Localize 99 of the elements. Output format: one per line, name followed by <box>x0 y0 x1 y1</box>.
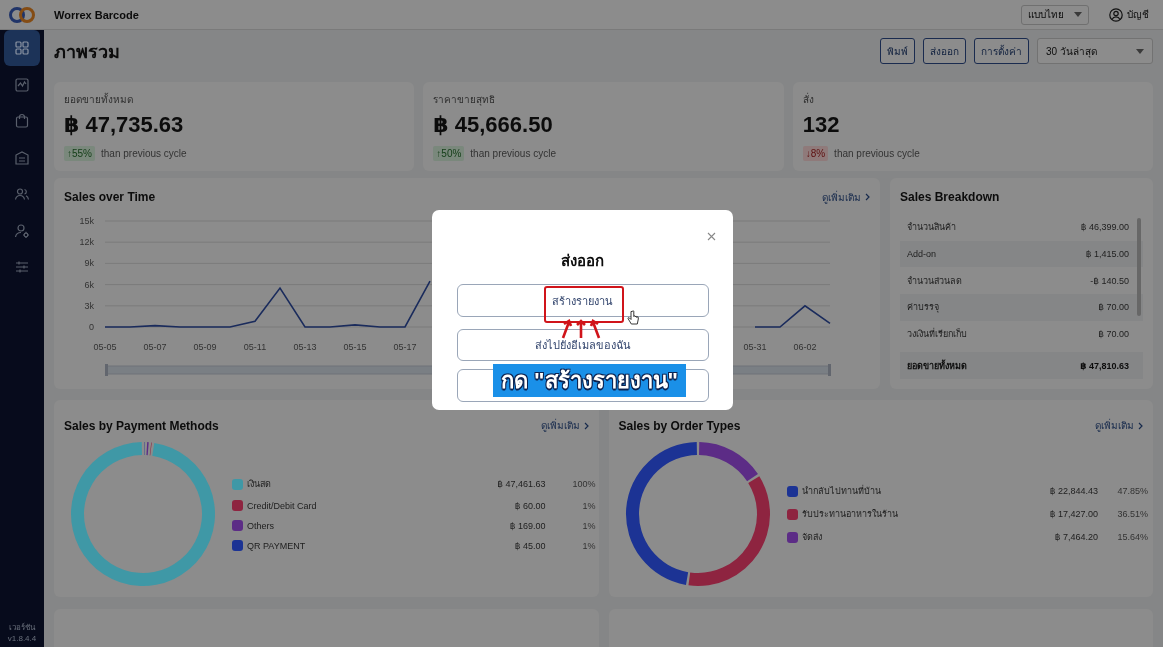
legend-amount: ฿ 169.00 <box>508 520 546 531</box>
axis-label: 05-07 <box>143 341 167 352</box>
card-title: Sales over Time <box>64 190 156 205</box>
axis-label: 05-11 <box>243 341 267 352</box>
card-title: Sales by Order Types <box>618 418 741 433</box>
see-more-link[interactable]: ดูเพิ่มเติม <box>1095 418 1143 433</box>
legend-amount: ฿ 22,844.43 <box>1049 486 1098 496</box>
total-label: ยอดขายทั้งหมด <box>907 358 967 373</box>
axis-label: 0 <box>89 321 94 332</box>
legend-percent: 1% <box>581 540 596 551</box>
user-icon <box>14 222 30 239</box>
breakdown-amount: ฿ 1,415.00 <box>1085 248 1129 259</box>
legend-label: Others <box>247 520 275 531</box>
axis-label: 9k <box>84 258 94 269</box>
breakdown-label: จำนวนสินค้า <box>907 221 956 235</box>
stat-value: ฿ 47,735.63 <box>64 111 185 138</box>
breakdown-amount: ฿ 46,399.00 <box>1080 222 1129 233</box>
breakdown-amount: ฿ 70.00 <box>1098 302 1129 313</box>
axis-label: 05-09 <box>193 341 217 352</box>
user-icon <box>1109 7 1123 22</box>
legend-percent: 1% <box>581 520 596 531</box>
caret-icon <box>1074 12 1082 17</box>
axis-label: 6k <box>84 279 94 290</box>
axis-label: 06-02 <box>793 341 817 352</box>
card-title: Sales by Payment Methods <box>64 418 219 433</box>
app-name: Worrex Barcode <box>54 8 140 21</box>
page-title: ภาพรวม <box>54 40 121 64</box>
breakdown-label: จำนวนส่วนลด <box>907 274 962 288</box>
modal-title: ส่งออก <box>561 251 604 271</box>
period-select[interactable]: 30 วันล่าสุด <box>1037 38 1153 65</box>
scrollbar[interactable] <box>1137 217 1141 316</box>
building-icon <box>14 149 30 166</box>
axis-label: 3k <box>84 300 94 311</box>
bag-icon <box>14 113 30 129</box>
legend-label: รับประทานอาหารในร้าน <box>801 508 899 521</box>
sliders-icon <box>14 259 30 275</box>
chevron-icon <box>865 193 870 202</box>
legend-amount: ฿ 60.00 <box>513 500 546 511</box>
legend-amount: ฿ 45.00 <box>513 540 546 551</box>
header-button[interactable]: ส่งออก <box>923 38 966 65</box>
legend-amount: ฿ 17,427.00 <box>1049 509 1098 519</box>
change-badge: ↓8% <box>802 145 829 161</box>
grid-icon <box>14 40 30 56</box>
export-option[interactable]: สร้างรายงาน <box>456 284 709 317</box>
change-badge: ↑50% <box>433 145 465 161</box>
chevron-icon <box>583 421 589 430</box>
axis-label: 05-13 <box>293 341 317 352</box>
legend-percent: 47.85% <box>1116 486 1148 496</box>
breakdown-amount: -฿ 140.50 <box>1090 275 1129 286</box>
chevron-icon <box>1138 421 1143 430</box>
total-amount: ฿ 47,810.63 <box>1080 360 1129 371</box>
comparison-note: than previous cycle <box>834 147 920 159</box>
breakdown-label: ค่าบรรจุ <box>907 301 939 315</box>
axis-label: 12k <box>79 237 94 247</box>
legend-percent: 100% <box>571 479 596 489</box>
account-button[interactable]: บัญชี <box>1109 7 1149 22</box>
breakdown-amount: ฿ 70.00 <box>1098 328 1129 339</box>
stat-value: 132 <box>802 111 841 138</box>
sidebar-item[interactable] <box>4 30 40 66</box>
version-label: เวอร์ชัน <box>8 622 37 633</box>
see-more-link[interactable]: ดูเพิ่มเติม <box>822 189 870 205</box>
axis-label: 05-05 <box>93 341 117 352</box>
hand-cursor-icon <box>627 310 639 326</box>
axis-label: 05-31 <box>743 341 767 352</box>
legend-label: Credit/Debit Card <box>247 500 318 511</box>
stat-label: สั่ง <box>802 91 815 107</box>
legend-percent: 36.51% <box>1116 509 1148 519</box>
logo-icon <box>9 5 35 24</box>
legend-percent: 1% <box>581 500 596 511</box>
stat-label: ยอดขายทั้งหมด <box>64 91 134 107</box>
legend-label: เงินสด <box>247 478 272 491</box>
language-select[interactable]: แบบไทย <box>1021 4 1089 25</box>
legend-percent: 15.64% <box>1116 532 1148 542</box>
header-button[interactable]: การตั้งค่า <box>974 38 1029 65</box>
caret-icon <box>1136 48 1144 54</box>
legend-label: นำกลับไปทานที่บ้าน <box>801 484 882 498</box>
legend-amount: ฿ 7,464.20 <box>1053 532 1098 542</box>
people-icon <box>14 186 30 202</box>
close-icon[interactable] <box>707 232 716 241</box>
see-more-link[interactable]: ดูเพิ่มเติม <box>540 418 589 433</box>
header-button[interactable]: พิมพ์ <box>880 38 915 65</box>
legend-label: จัดส่ง <box>801 531 823 544</box>
axis-label: 05-15 <box>343 341 367 352</box>
legend-amount: ฿ 47,461.63 <box>497 479 546 489</box>
version-number: v1.8.4.4 <box>7 633 37 644</box>
breakdown-label: Add-on <box>907 248 937 259</box>
comparison-note: than previous cycle <box>470 147 556 159</box>
annotation-label: กด "สร้างรายงาน" <box>493 364 686 397</box>
stat-label: ราคาขายสุทธิ <box>433 92 497 107</box>
chart-icon <box>14 76 30 93</box>
breakdown-label: วงเงินที่เรียกเก็บ <box>907 327 967 341</box>
card-title: Sales Breakdown <box>900 189 1001 204</box>
stat-value: ฿ 45,666.50 <box>433 111 554 138</box>
legend-label: QR PAYMENT <box>247 540 307 551</box>
change-badge: ↑55% <box>64 145 95 161</box>
export-option[interactable]: ส่งไปยังอีเมลของฉัน <box>456 328 709 362</box>
axis-label: 05-17 <box>393 341 417 352</box>
axis-label: 15k <box>79 215 94 226</box>
comparison-note: than previous cycle <box>101 147 187 159</box>
